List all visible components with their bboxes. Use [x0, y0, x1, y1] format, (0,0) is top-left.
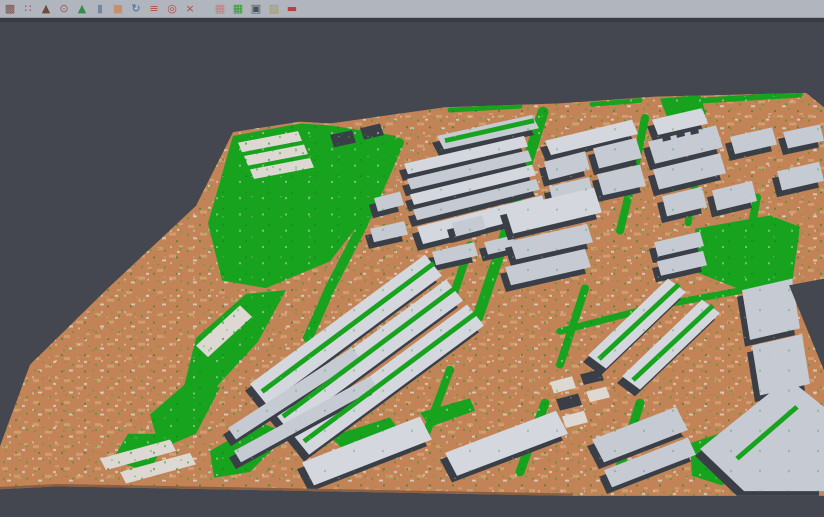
target-circle-button[interactable]: ◎ [164, 1, 180, 16]
vegetation-class-button[interactable]: ▲ [74, 1, 90, 16]
ground-class-icon: ■ [110, 1, 126, 16]
select-grid-icon: ▩ [2, 1, 18, 16]
toolbar: ▩ ∷ ▲ ⊙ ▲ ▮ ■ ↻ ≡ ◎ × ▦ ▦ ▣ ▨ ▬ [0, 0, 824, 18]
classification-map-button[interactable]: ▦ [230, 1, 246, 16]
points-tool-button[interactable]: ∷ [20, 1, 36, 16]
points-tool-icon: ∷ [20, 1, 36, 16]
section-view-button[interactable]: ▮ [92, 1, 108, 16]
measure-area-button[interactable]: ▨ [266, 1, 282, 16]
grid-cells-button[interactable]: ▦ [212, 1, 228, 16]
section-view-icon: ▮ [92, 1, 108, 16]
ground-class-button[interactable]: ■ [110, 1, 126, 16]
profile-lines-button[interactable]: ≡ [146, 1, 162, 16]
camera-view-button[interactable]: ▣ [248, 1, 264, 16]
fit-extents-button[interactable]: × [182, 1, 198, 16]
point-cloud-render [0, 22, 824, 517]
target-circle-icon: ◎ [164, 1, 180, 16]
app-window: ▩ ∷ ▲ ⊙ ▲ ▮ ■ ↻ ≡ ◎ × ▦ ▦ ▣ ▨ ▬ [0, 0, 824, 517]
point-target-button[interactable]: ⊙ [56, 1, 72, 16]
rotate-view-button[interactable]: ↻ [128, 1, 144, 16]
profile-lines-icon: ≡ [146, 1, 162, 16]
roof-speckle [0, 22, 824, 517]
vegetation-class-icon: ▲ [74, 1, 90, 16]
camera-view-icon: ▣ [248, 1, 264, 16]
rotate-view-icon: ↻ [128, 1, 144, 16]
fit-extents-icon: × [182, 1, 198, 16]
grid-cells-icon: ▦ [212, 1, 228, 16]
select-grid-button[interactable]: ▩ [2, 1, 18, 16]
point-target-icon: ⊙ [56, 1, 72, 16]
terrain-hill-icon: ▲ [38, 1, 54, 16]
classification-map-icon: ▦ [230, 1, 246, 16]
viewport-3d[interactable] [0, 22, 824, 517]
terrain-hill-button[interactable]: ▲ [38, 1, 54, 16]
clip-box-button[interactable]: ▬ [284, 1, 300, 16]
measure-area-icon: ▨ [266, 1, 282, 16]
clip-box-icon: ▬ [284, 1, 300, 16]
